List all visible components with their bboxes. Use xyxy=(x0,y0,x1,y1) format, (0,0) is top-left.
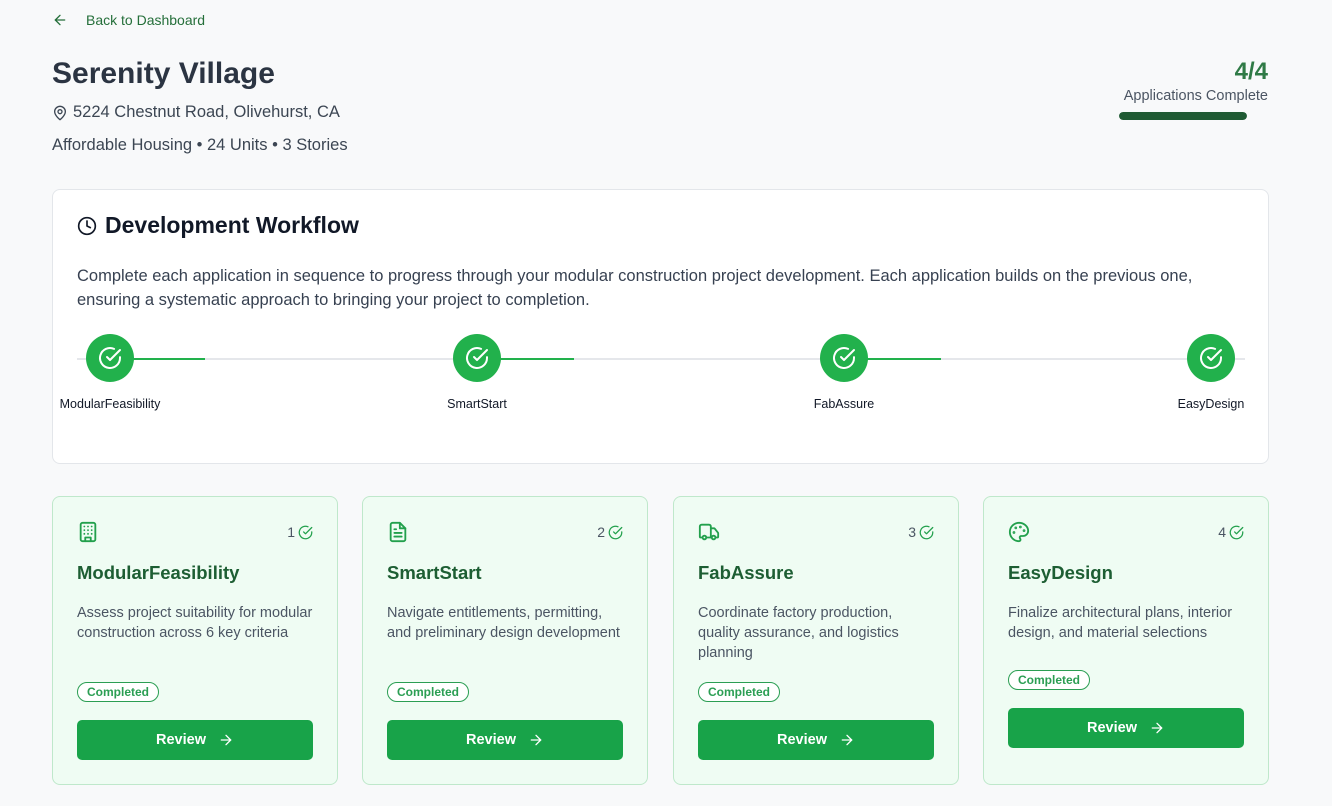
card-step-number: 4 xyxy=(1218,524,1244,540)
progress-bar-fill xyxy=(1119,112,1247,120)
application-card-fabassure: 3 FabAssure Coordinate factory productio… xyxy=(673,496,959,785)
document-icon xyxy=(389,521,407,543)
building-icon xyxy=(79,521,97,543)
arrow-right-icon xyxy=(841,734,853,746)
project-meta: Affordable Housing • 24 Units • 3 Storie… xyxy=(52,136,348,154)
address-text: 5224 Chestnut Road, Olivehurst, CA xyxy=(73,103,340,121)
step-modularfeasibility[interactable]: ModularFeasibility xyxy=(50,334,170,411)
check-circle-icon xyxy=(1229,525,1244,539)
card-description: Assess project suitability for modular c… xyxy=(77,605,313,641)
application-card-modularfeasibility: 1 ModularFeasibility Assess project suit… xyxy=(52,496,338,785)
arrow-left-icon xyxy=(54,14,66,26)
check-circle-icon xyxy=(919,525,934,539)
card-number: 1 xyxy=(287,524,295,540)
status-badge: Completed xyxy=(1008,670,1091,690)
step-label: FabAssure xyxy=(813,397,875,411)
map-pin-icon xyxy=(54,105,66,120)
status-badge: Completed xyxy=(698,682,781,702)
step-fabassure[interactable]: FabAssure xyxy=(784,334,904,411)
check-circle-icon xyxy=(608,525,623,539)
arrow-right-icon xyxy=(1151,722,1163,734)
card-title: FabAssure xyxy=(698,562,794,583)
step-label: ModularFeasibility xyxy=(59,397,161,411)
step-easydesign[interactable]: EasyDesign xyxy=(1151,334,1271,411)
project-address: 5224 Chestnut Road, Olivehurst, CA xyxy=(52,103,340,122)
card-step-number: 1 xyxy=(287,524,313,540)
review-button[interactable]: Review xyxy=(77,720,313,760)
back-to-dashboard-link[interactable]: Back to Dashboard xyxy=(52,12,205,28)
card-description: Finalize architectural plans, interior d… xyxy=(1008,605,1233,641)
card-number: 4 xyxy=(1218,524,1226,540)
truck-icon xyxy=(698,523,720,541)
review-button[interactable]: Review xyxy=(698,720,934,760)
workflow-title-text: Development Workflow xyxy=(105,212,359,238)
step-smartstart[interactable]: SmartStart xyxy=(417,334,537,411)
progress-bar xyxy=(1119,112,1247,120)
workflow-title: Development Workflow xyxy=(77,212,359,239)
card-number: 3 xyxy=(908,524,916,540)
step-label: SmartStart xyxy=(447,397,507,411)
step-complete-icon xyxy=(86,334,134,382)
card-step-number: 3 xyxy=(908,524,934,540)
palette-icon xyxy=(1008,521,1030,543)
check-circle-icon xyxy=(298,525,313,539)
status-badge: Completed xyxy=(387,682,470,702)
card-number: 2 xyxy=(597,524,605,540)
step-label: EasyDesign xyxy=(1177,397,1245,411)
progress-label: Applications Complete xyxy=(1123,88,1268,104)
workflow-stepper: ModularFeasibility SmartStart FabAssure … xyxy=(60,334,1245,414)
arrow-right-icon xyxy=(530,734,542,746)
review-button-label: Review xyxy=(466,732,516,748)
stepper-track xyxy=(77,358,1245,360)
application-card-smartstart: 2 SmartStart Navigate entitlements, perm… xyxy=(362,496,648,785)
progress-count: 4/4 xyxy=(1234,58,1268,85)
card-title: SmartStart xyxy=(387,562,482,583)
development-workflow-panel: Development Workflow Complete each appli… xyxy=(52,189,1269,464)
workflow-description: Complete each application in sequence to… xyxy=(77,267,1193,309)
clock-icon xyxy=(77,216,97,235)
back-link-label: Back to Dashboard xyxy=(86,12,206,28)
step-complete-icon xyxy=(1187,334,1235,382)
card-description: Navigate entitlements, permitting, and p… xyxy=(387,605,620,641)
card-description: Coordinate factory production, quality a… xyxy=(698,605,899,661)
step-complete-icon xyxy=(453,334,501,382)
application-card-easydesign: 4 EasyDesign Finalize architectural plan… xyxy=(983,496,1269,785)
review-button-label: Review xyxy=(156,732,206,748)
applications-progress: 4/4 Applications Complete xyxy=(1108,58,1268,120)
card-title: ModularFeasibility xyxy=(77,562,240,583)
review-button-label: Review xyxy=(1087,720,1137,736)
page-title: Serenity Village xyxy=(52,57,275,90)
card-title: EasyDesign xyxy=(1008,562,1113,583)
review-button[interactable]: Review xyxy=(387,720,623,760)
card-step-number: 2 xyxy=(597,524,623,540)
arrow-right-icon xyxy=(220,734,232,746)
review-button-label: Review xyxy=(777,732,827,748)
status-badge: Completed xyxy=(77,682,160,702)
review-button[interactable]: Review xyxy=(1008,708,1244,748)
step-complete-icon xyxy=(820,334,868,382)
